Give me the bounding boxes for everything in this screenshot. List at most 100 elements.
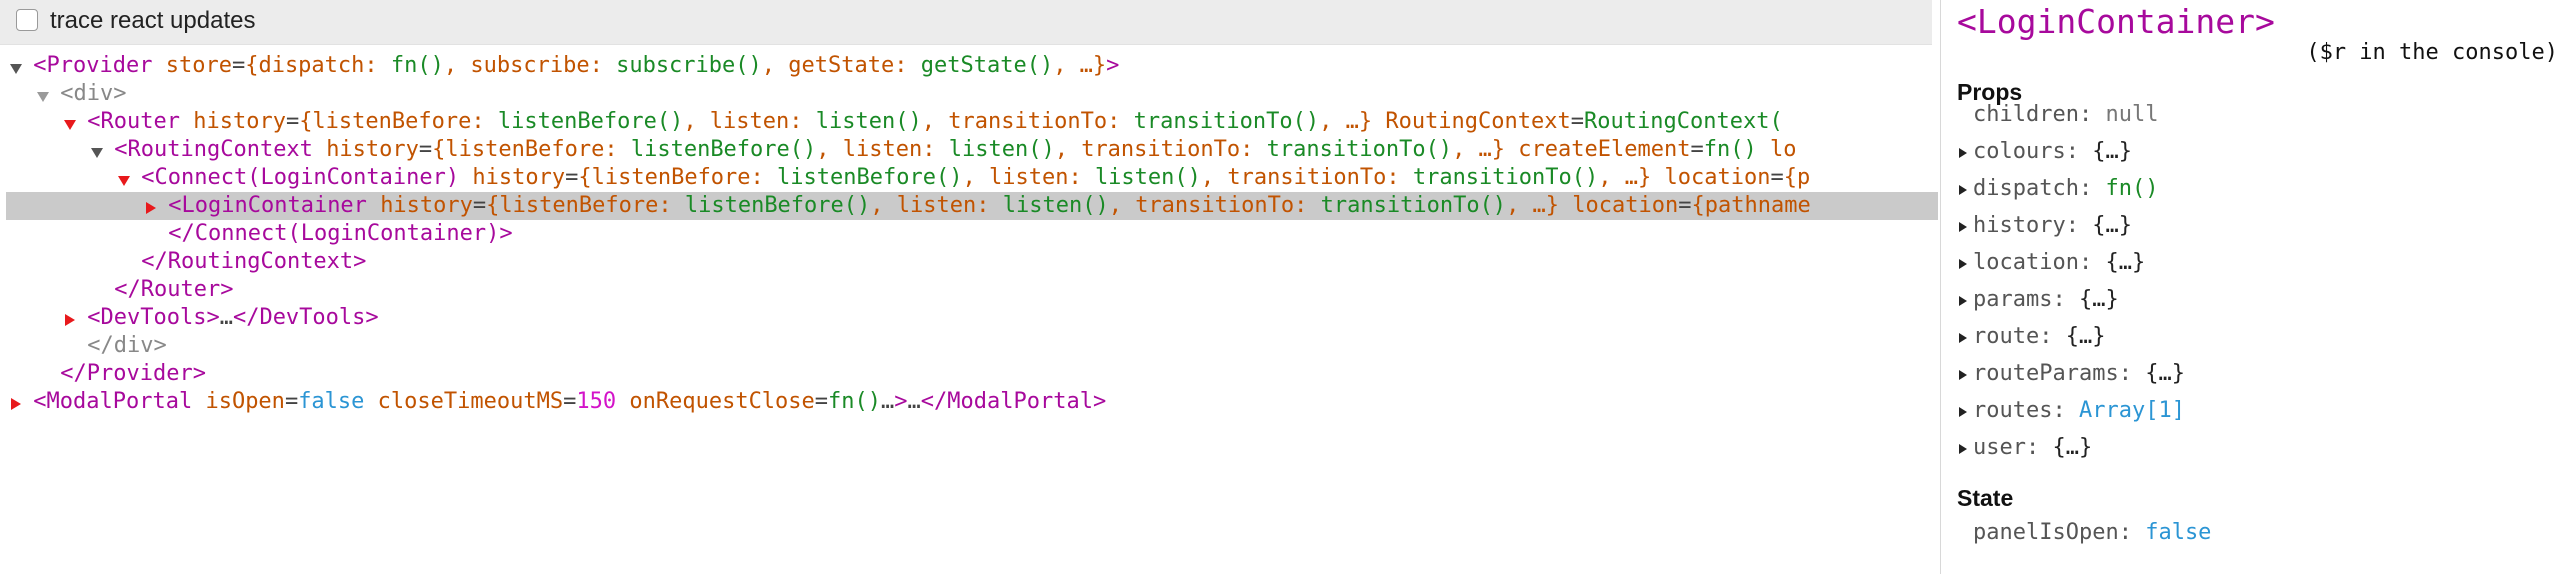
- tree-token-val: listen(): [1002, 193, 1109, 218]
- expand-toggle-closed-icon[interactable]: [145, 202, 156, 214]
- tree-token-val: transitionTo(): [1412, 165, 1599, 190]
- selected-component-title: <LoginContainer>: [1957, 2, 2275, 41]
- tree-token-attr: isOpen: [205, 389, 285, 414]
- tree-token-val: transitionTo(): [1133, 109, 1320, 134]
- props-row-user[interactable]: user: {…}: [1959, 433, 2092, 463]
- expand-arrow-icon[interactable]: [1959, 220, 1971, 232]
- expand-arrow-icon[interactable]: [1959, 405, 1971, 417]
- tree-token-tag: <DevTools>: [87, 305, 220, 330]
- props-value[interactable]: {…}: [2105, 250, 2145, 275]
- tree-token-val: fn(): [390, 53, 444, 78]
- tree-token-val: fn(): [828, 389, 882, 414]
- tree-token-attr: {dispatch:: [245, 53, 391, 78]
- props-row-routes[interactable]: routes: Array[1]: [1959, 396, 2185, 426]
- tree-token-ellip: =: [231, 53, 246, 78]
- expand-arrow-icon[interactable]: [1959, 368, 1971, 380]
- tree-token-attr: onRequestClose: [629, 389, 815, 414]
- tree-token-attr: {listenBefore:: [299, 109, 498, 134]
- tree-token-val: transitionTo(): [1266, 137, 1453, 162]
- tree-token-attr: RoutingContext: [1385, 109, 1571, 134]
- props-row-history[interactable]: history: {…}: [1959, 211, 2132, 241]
- tree-token-ellip: …: [907, 389, 921, 414]
- tree-token-attr: , listen:: [870, 193, 1003, 218]
- props-value[interactable]: Array[1]: [2079, 398, 2185, 423]
- tree-token-tag: </RoutingContext>: [141, 249, 367, 274]
- tree-token-sp: [313, 137, 326, 162]
- props-value[interactable]: {…}: [2092, 213, 2132, 238]
- expand-toggle-closed-icon[interactable]: [10, 398, 21, 410]
- expand-toggle-open-icon[interactable]: [10, 62, 22, 74]
- props-row-colours[interactable]: colours: {…}: [1959, 137, 2132, 167]
- tree-token-val: listen(): [815, 109, 922, 134]
- props-value[interactable]: {…}: [2145, 361, 2185, 386]
- props-value[interactable]: {…}: [2052, 435, 2092, 460]
- expand-arrow-icon[interactable]: [1959, 257, 1971, 269]
- tree-row-selected[interactable]: <LoginContainer history={listenBefore: l…: [6, 192, 1938, 220]
- tree-token-attr: closeTimeoutMS: [377, 389, 564, 414]
- props-row-routeParams[interactable]: routeParams: {…}: [1959, 359, 2185, 389]
- tree-token-tag: <RoutingContext: [114, 137, 313, 162]
- expand-toggle-open-icon[interactable]: [91, 146, 103, 158]
- expand-toggle-closed-icon[interactable]: [64, 314, 75, 326]
- props-value[interactable]: {…}: [2092, 139, 2132, 164]
- props-value[interactable]: null: [2105, 102, 2158, 127]
- expand-toggle-open-icon[interactable]: [37, 90, 49, 102]
- tree-token-val: getState(): [920, 53, 1054, 78]
- props-row-location[interactable]: location: {…}: [1959, 248, 2145, 278]
- tree-token-ellip: =: [563, 389, 577, 414]
- tree-token-tag: </Connect(LoginContainer)>: [168, 221, 513, 246]
- props-value[interactable]: {…}: [2066, 324, 2106, 349]
- tree-token-attr: {pathname: [1691, 193, 1811, 218]
- expand-toggle-open-icon[interactable]: [64, 118, 76, 130]
- tree-token-attr: history: [380, 193, 473, 218]
- tree-token-ellip: …: [881, 389, 895, 414]
- props-row-route[interactable]: route: {…}: [1959, 322, 2105, 352]
- props-key: user: [1973, 435, 2026, 460]
- tree-token-attr: , …}: [1598, 165, 1652, 190]
- trace-react-updates-checkbox[interactable]: [16, 9, 38, 31]
- expand-arrow-icon[interactable]: [1959, 442, 1971, 454]
- tree-token-val: transitionTo(): [1320, 193, 1507, 218]
- props-key: params: [1973, 287, 2053, 312]
- tree-token-ellip: =: [472, 193, 487, 218]
- props-key: routes: [1973, 398, 2053, 423]
- tree-token-ellip: =: [418, 137, 433, 162]
- tree-token-ellip: =: [565, 165, 579, 190]
- tree-token-ellip: =: [285, 109, 300, 134]
- tree-token-val-num: 150: [576, 389, 617, 414]
- tree-token-tag: <Router: [87, 109, 180, 134]
- tree-token-tag: <ModalPortal: [33, 389, 193, 414]
- tree-token-tag: </Provider>: [60, 361, 206, 386]
- tree-token-ellip: =: [1570, 109, 1585, 134]
- tree-token-val: fn(): [1703, 137, 1757, 162]
- tree-token-attr: , subscribe:: [443, 53, 617, 78]
- props-value[interactable]: fn(): [2105, 176, 2158, 201]
- props-row-dispatch[interactable]: dispatch: fn(): [1959, 174, 2158, 204]
- tree-token-sp: [192, 389, 205, 414]
- tree-token-attr: , transitionTo:: [1108, 193, 1321, 218]
- props-value[interactable]: {…}: [2079, 287, 2119, 312]
- tree-token-val: subscribe(): [616, 53, 762, 78]
- tree-token-val: listenBefore(): [684, 193, 871, 218]
- props-key: location: [1973, 250, 2079, 275]
- expand-arrow-icon[interactable]: [1959, 183, 1971, 195]
- tree-token-sp: [1505, 137, 1518, 162]
- expand-arrow-icon[interactable]: [1959, 294, 1971, 306]
- props-row-params[interactable]: params: {…}: [1959, 285, 2119, 315]
- expand-arrow-icon[interactable]: [1959, 331, 1971, 343]
- tree-token-attr: , transitionTo:: [1200, 165, 1413, 190]
- state-key: panelIsOpen: [1973, 520, 2119, 545]
- tree-token-attr: , listen:: [816, 137, 949, 162]
- expand-arrow-icon[interactable]: [1959, 146, 1971, 158]
- props-key: colours: [1973, 139, 2066, 164]
- state-value[interactable]: false: [2145, 520, 2211, 545]
- inspector-pane: <LoginContainer> ($r in the console) Pro…: [1941, 0, 2558, 574]
- tree-token-sp: [1757, 137, 1770, 162]
- trace-react-updates-label[interactable]: trace react updates: [50, 7, 255, 35]
- tree-token-attr: , …}: [1506, 193, 1560, 218]
- expand-toggle-open-icon[interactable]: [118, 174, 130, 186]
- props-row-children: children: null: [1973, 102, 2159, 127]
- tree-token-tag: </Router>: [114, 277, 234, 302]
- tree-token-val-blue: false: [298, 389, 365, 414]
- tree-token-attr: , transitionTo:: [921, 109, 1134, 134]
